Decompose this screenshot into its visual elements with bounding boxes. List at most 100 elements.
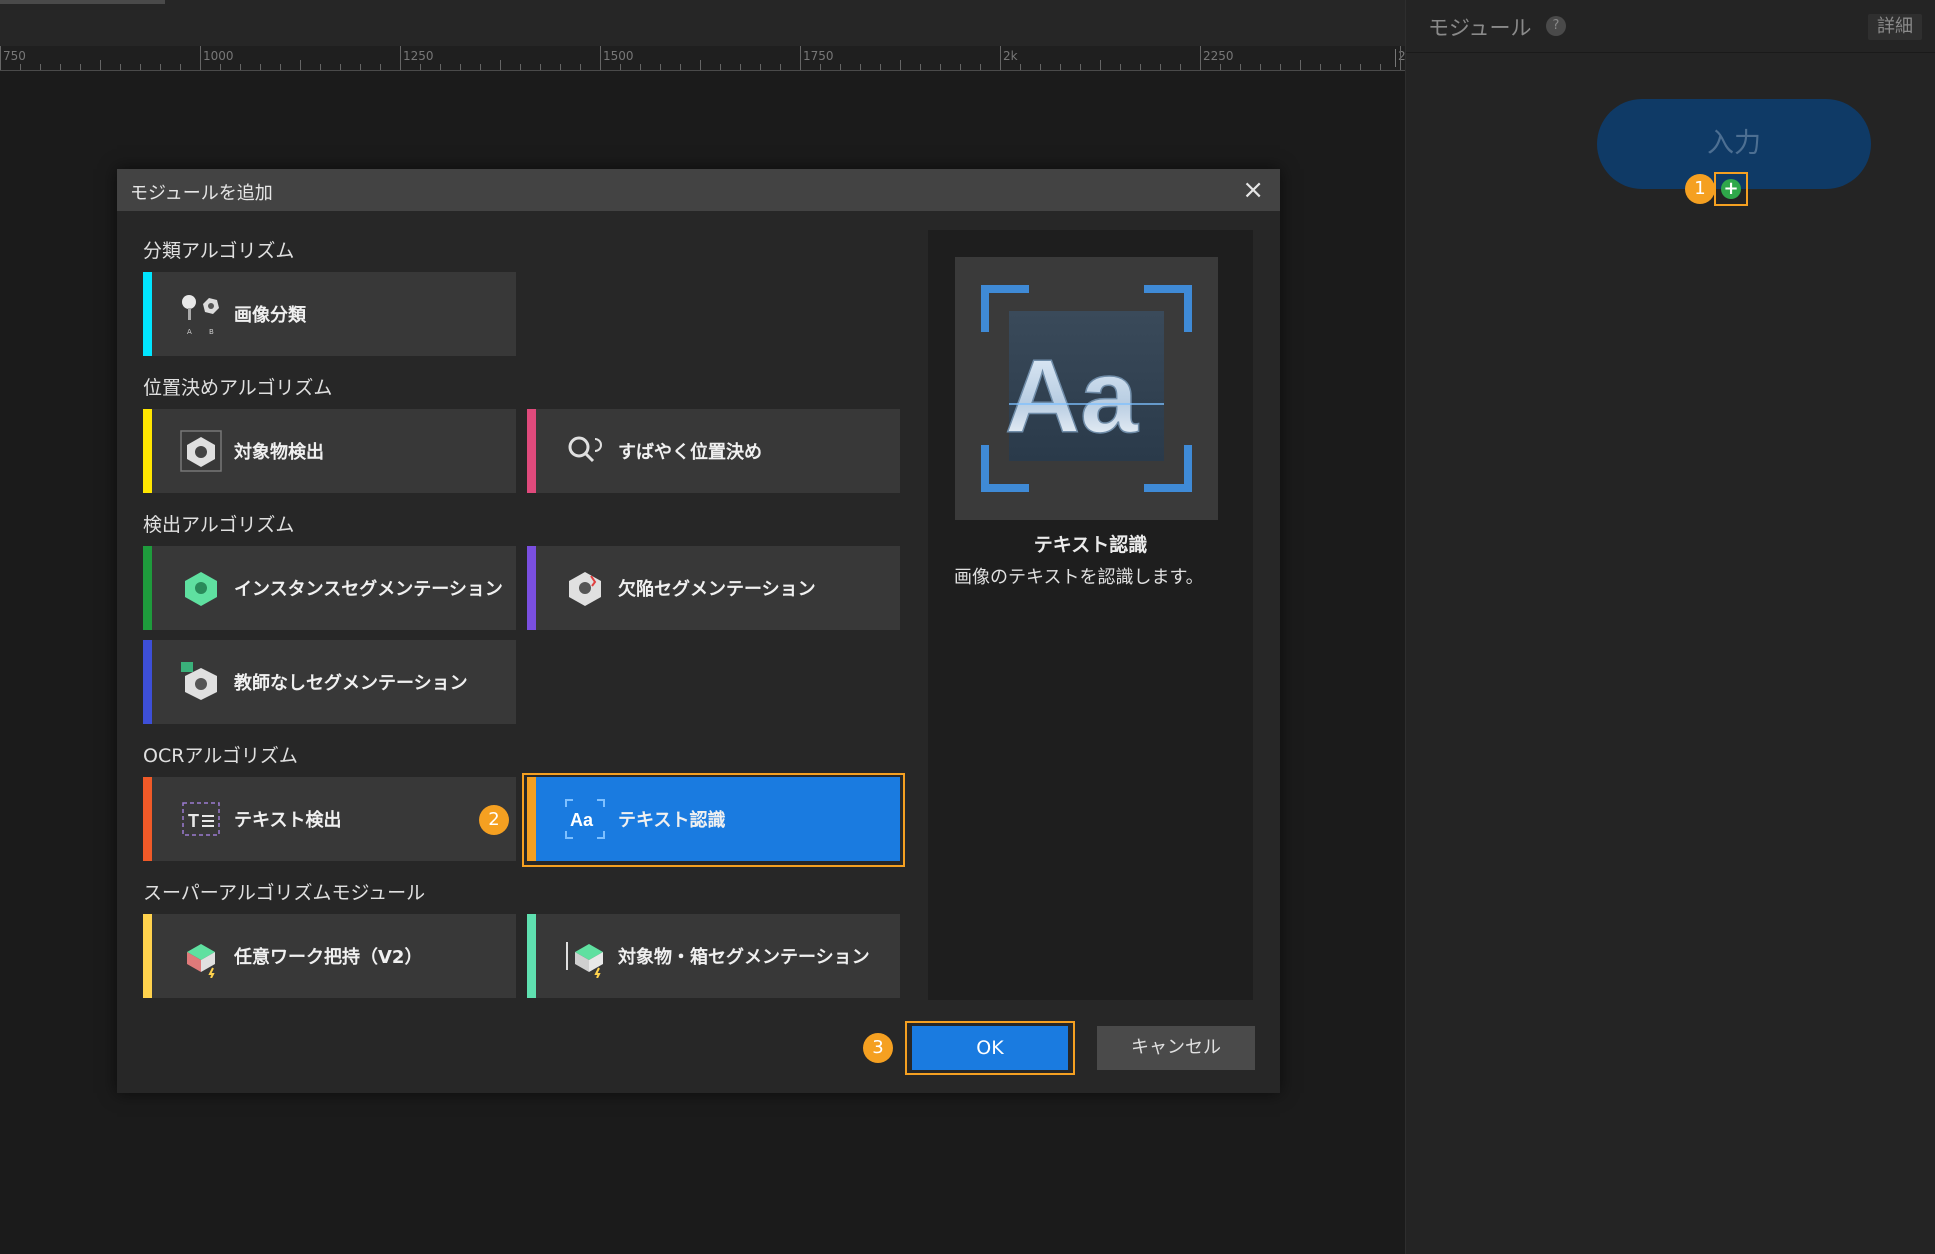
close-icon[interactable]: × <box>1242 175 1264 205</box>
module-preview-panel: Aa テキスト認識 画像のテキストを認識します。 <box>928 230 1253 1000</box>
ruler-tick <box>600 46 601 70</box>
ruler-tick <box>60 64 61 70</box>
ruler-tick <box>740 64 741 70</box>
ruler-tick <box>460 64 461 70</box>
ruler-label: 2k <box>1000 49 1018 67</box>
category-color-bar <box>143 777 152 861</box>
ruler-tick <box>860 64 861 70</box>
add-module-dialog: モジュールを追加 × 分類アルゴリズム AB 画像分類 位置決めアルゴリズム 対… <box>117 169 1280 1093</box>
ruler-tick <box>1240 64 1241 70</box>
ruler-tick <box>900 60 901 70</box>
step-badge-2: 2 <box>479 805 509 835</box>
ruler-tick <box>1400 46 1401 70</box>
ruler-tick <box>1320 64 1321 70</box>
ruler-tick <box>840 64 841 70</box>
ruler-tick <box>760 64 761 70</box>
picking-icon <box>187 944 215 978</box>
ruler-tick <box>200 46 201 70</box>
text-recognition-preview-icon: Aa <box>981 285 1192 492</box>
module-image-classification[interactable]: AB 画像分類 <box>143 272 516 356</box>
ruler-tick <box>360 64 361 70</box>
ruler-label: 1250 <box>400 49 434 67</box>
ruler-tick <box>1000 46 1001 70</box>
ruler-tick <box>1140 64 1141 70</box>
module-panel: モジュール ? 詳細 入力 1 + <box>1405 0 1935 1254</box>
top-toolbar <box>0 0 1405 47</box>
ruler-tick <box>620 64 621 70</box>
ruler-tick <box>780 64 781 70</box>
module-arbitrary-picking[interactable]: 任意ワーク把持（V2） <box>143 914 516 998</box>
horizontal-ruler: 750 1000 1250 1500 1750 2k 2250 2 <box>0 46 1406 71</box>
category-color-bar <box>527 777 536 861</box>
ruler-tick <box>920 64 921 70</box>
ruler-tick <box>340 64 341 70</box>
ruler-tick <box>680 64 681 70</box>
details-button[interactable]: 詳細 <box>1868 14 1922 40</box>
module-label: 画像分類 <box>234 305 306 326</box>
module-label: すばやく位置決め <box>618 442 762 463</box>
module-instance-segmentation[interactable]: インスタンスセグメンテーション <box>143 546 516 630</box>
section-label-positioning: 位置決めアルゴリズム <box>143 377 333 399</box>
step-badge-1: 1 <box>1685 174 1715 204</box>
ruler-tick <box>40 64 41 70</box>
module-defect-segmentation[interactable]: 欠陥セグメンテーション <box>527 546 900 630</box>
ruler-tick <box>100 60 101 70</box>
ruler-tick <box>540 64 541 70</box>
ruler-tick <box>980 64 981 70</box>
dialog-title: モジュールを追加 <box>130 183 273 204</box>
object-detection-icon <box>180 430 222 472</box>
ruler-tick <box>1100 60 1101 70</box>
ruler-tick <box>1380 64 1381 70</box>
section-label-classification: 分類アルゴリズム <box>143 240 295 262</box>
category-color-bar <box>527 409 536 493</box>
object-box-segmentation-icon <box>566 942 603 978</box>
ruler-tick <box>1080 64 1081 70</box>
module-text-recognition[interactable]: Aa テキスト認識 <box>527 777 900 861</box>
ruler-tick <box>1280 64 1281 70</box>
ok-button[interactable]: OK <box>912 1026 1068 1070</box>
ruler-tick <box>880 64 881 70</box>
module-object-box-segmentation[interactable]: 対象物・箱セグメンテーション <box>527 914 900 998</box>
ruler-tick <box>1300 60 1301 70</box>
category-color-bar <box>143 640 152 724</box>
section-label-detection: 検出アルゴリズム <box>143 514 295 536</box>
ruler-tick <box>440 64 441 70</box>
ruler-label: 1000 <box>200 49 234 67</box>
magnifier-icon <box>568 436 602 463</box>
module-fast-positioning[interactable]: すばやく位置決め <box>527 409 900 493</box>
category-color-bar <box>143 272 152 356</box>
ruler-label: 2250 <box>1200 49 1234 67</box>
module-object-detection[interactable]: 対象物検出 <box>143 409 516 493</box>
help-icon[interactable]: ? <box>1546 16 1566 36</box>
svg-text:Aa: Aa <box>1005 339 1139 455</box>
ruler-tick <box>1200 46 1201 70</box>
preview-module-description: 画像のテキストを認識します。 <box>954 567 1204 588</box>
ruler-label: 750 <box>0 49 26 67</box>
ruler-tick <box>640 64 641 70</box>
module-unsupervised-segmentation[interactable]: 教師なしセグメンテーション <box>143 640 516 724</box>
module-label: インスタンスセグメンテーション <box>234 579 503 600</box>
ruler-tick <box>480 64 481 70</box>
ruler-tick <box>1020 64 1021 70</box>
category-color-bar <box>143 914 152 998</box>
module-label: 対象物検出 <box>234 442 324 463</box>
section-label-ocr: OCRアルゴリズム <box>143 745 298 767</box>
cancel-button[interactable]: キャンセル <box>1097 1026 1255 1070</box>
panel-title: モジュール <box>1428 16 1532 40</box>
dialog-title-bar: モジュールを追加 × <box>117 169 1280 211</box>
ruler-tick <box>1180 64 1181 70</box>
ruler-tick <box>500 60 501 70</box>
ruler-tick <box>1160 64 1161 70</box>
add-port-icon[interactable]: + <box>1721 179 1741 199</box>
ruler-tick <box>1340 64 1341 70</box>
module-label: 任意ワーク把持（V2） <box>234 947 423 968</box>
module-text-detection[interactable]: T テキスト検出 <box>143 777 516 861</box>
ruler-tick <box>820 64 821 70</box>
ruler-tick <box>180 64 181 70</box>
category-color-bar <box>527 546 536 630</box>
ruler-tick <box>700 60 701 70</box>
ruler-tick <box>800 46 801 70</box>
ruler-tick <box>220 64 221 70</box>
svg-text:A: A <box>187 328 192 336</box>
ruler-tick <box>580 64 581 70</box>
